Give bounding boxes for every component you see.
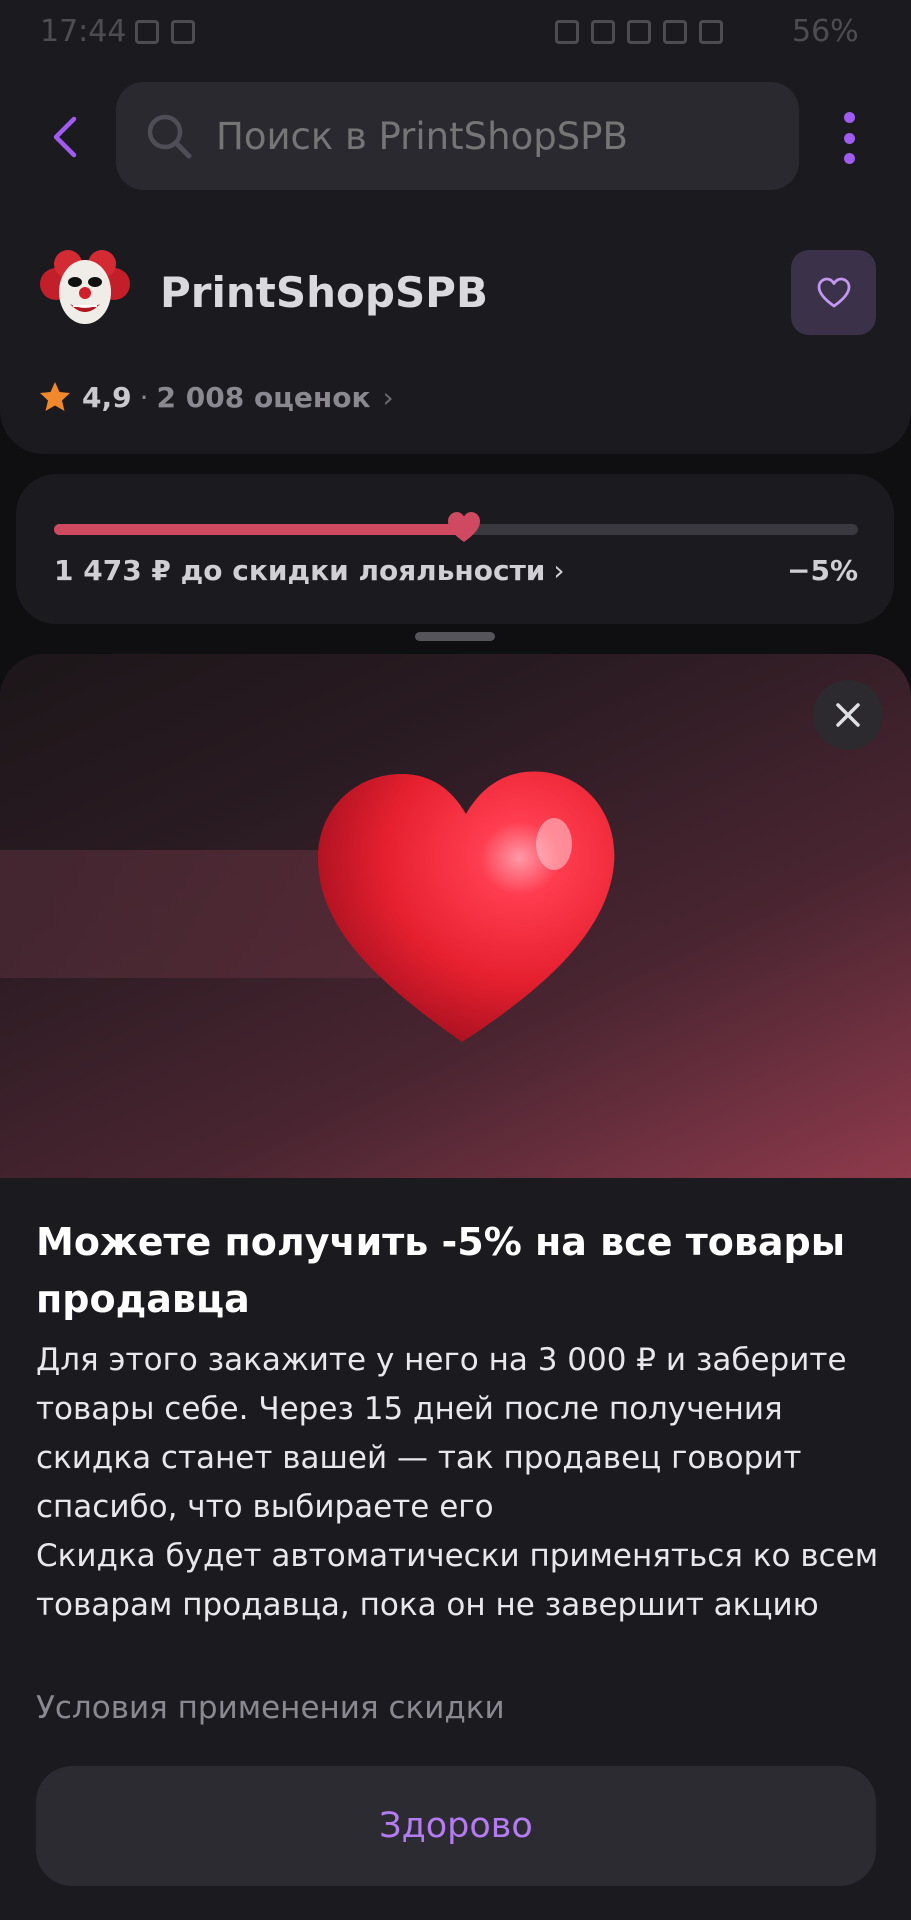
- chevron-right-icon: ›: [553, 554, 565, 587]
- heart-marker-icon: [448, 512, 481, 542]
- search-icon: [147, 114, 192, 159]
- sheet-description: Для этого закажите у него на 3 000 ₽ и з…: [36, 1336, 886, 1630]
- status-bar: 17:44 56%: [0, 0, 911, 70]
- heart-illustration: [318, 771, 615, 1042]
- star-icon: [40, 382, 70, 411]
- close-icon: [836, 703, 860, 727]
- search-input[interactable]: [216, 114, 776, 158]
- shop-rating[interactable]: 4,9 · 2 008 оценок ›: [38, 380, 394, 414]
- loyalty-progress-card[interactable]: 1 473 ₽ до скидки лояльности › −5%: [16, 474, 894, 624]
- back-button[interactable]: [42, 108, 88, 166]
- loyalty-amount-label: 1 473 ₽ до скидки лояльности: [54, 554, 546, 587]
- loyalty-discount: −5%: [787, 554, 858, 587]
- rating-value: 4,9: [82, 380, 132, 414]
- description-paragraph-2: Скидка будет автоматически применяться к…: [36, 1538, 879, 1623]
- status-notification-icons: [135, 20, 195, 44]
- more-vertical-icon: [843, 112, 855, 123]
- heart-outline-icon: [817, 277, 850, 307]
- shop-name[interactable]: PrintShopSPB: [160, 268, 488, 317]
- sheet-drag-handle[interactable]: [415, 632, 495, 641]
- rating-separator: ·: [139, 380, 149, 414]
- screen: 17:44 56% Поиск в PrintShopSPB PrintShop…: [0, 0, 911, 1920]
- loyalty-progress-bar: [54, 512, 858, 542]
- shop-logo: [40, 250, 130, 324]
- status-time: 17:44: [40, 14, 127, 49]
- shop-header: 17:44 56% Поиск в PrintShopSPB PrintShop…: [0, 0, 911, 454]
- favorite-shop-button[interactable]: [791, 250, 876, 335]
- more-options-button[interactable]: [838, 112, 860, 164]
- search-bar[interactable]: [116, 82, 799, 190]
- confirm-button[interactable]: Здорово: [36, 1766, 876, 1886]
- discount-conditions-link[interactable]: Условия применения скидки: [36, 1690, 505, 1726]
- rating-count: 2 008 оценок: [156, 380, 371, 414]
- hero-image: [0, 654, 911, 1178]
- chevron-right-icon: ›: [382, 380, 394, 414]
- status-battery: 56%: [792, 14, 859, 49]
- loyalty-info-sheet: Можете получить -5% на все товары продав…: [0, 654, 911, 1920]
- close-button[interactable]: [813, 680, 883, 750]
- description-paragraph-1: Для этого закажите у него на 3 000 ₽ и з…: [36, 1342, 847, 1525]
- sheet-title: Можете получить -5% на все товары продав…: [36, 1220, 846, 1321]
- loyalty-progress-fill: [54, 524, 465, 535]
- loyalty-text[interactable]: 1 473 ₽ до скидки лояльности ›: [54, 554, 565, 587]
- status-system-icons: [555, 20, 723, 44]
- chevron-left-icon: [53, 116, 77, 158]
